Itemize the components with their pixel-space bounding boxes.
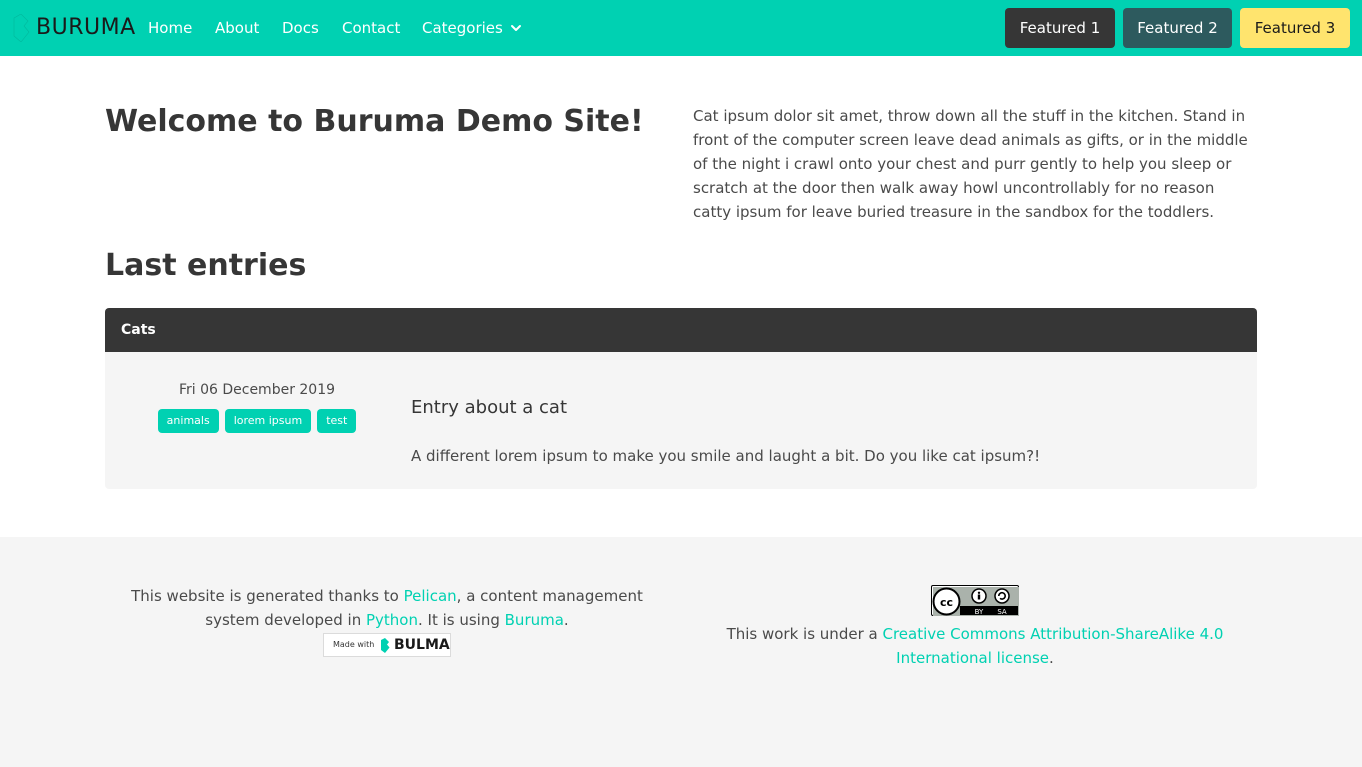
- entry-date: Fri 06 December 2019: [178, 382, 336, 398]
- pelican-link[interactable]: Pelican: [404, 587, 457, 605]
- footer-credits-text-1: This website is generated thanks to: [131, 587, 404, 605]
- footer-credits-text-4: .: [563, 611, 569, 629]
- entry-card: Fri 06 December 2019 animals lorem ipsum…: [105, 352, 1257, 489]
- section-title: Last entries: [105, 248, 307, 283]
- bulma-logo-icon: [13, 14, 30, 42]
- license-prefix: This work is under a: [726, 625, 883, 643]
- cc-by-sa-license-badge[interactable]: cc BY SA: [931, 585, 1019, 616]
- intro-text: Cat ipsum dolor sit amet, throw down all…: [693, 107, 1248, 221]
- license-suffix: .: [1049, 649, 1054, 667]
- cc-sa-label: SA: [997, 608, 1007, 616]
- nav-contact[interactable]: Contact: [342, 0, 400, 56]
- footer-license: This work is under a Creative Commons At…: [693, 622, 1257, 670]
- python-link[interactable]: Python: [366, 611, 418, 629]
- tag-animals[interactable]: animals: [157, 409, 219, 433]
- chevron-down-icon[interactable]: [510, 22, 522, 34]
- buruma-link[interactable]: Buruma: [505, 611, 564, 629]
- category-link[interactable]: Cats: [121, 308, 156, 352]
- nav-docs[interactable]: Docs: [282, 0, 319, 56]
- footer-credits: This website is generated thanks to Peli…: [105, 584, 669, 632]
- badge-made-with-label: Made with: [333, 640, 375, 649]
- entry-summary: A different lorem ipsum to make you smil…: [411, 447, 1041, 465]
- svg-text:cc: cc: [940, 596, 953, 609]
- bulma-logo-icon: [381, 638, 390, 653]
- brand-logo[interactable]: BURUMA: [12, 14, 135, 42]
- featured-1-button[interactable]: Featured 1: [1005, 8, 1115, 48]
- brand-name: BURUMA: [36, 15, 136, 40]
- entry-title-link[interactable]: Entry about a cat: [411, 396, 567, 420]
- featured-2-button[interactable]: Featured 2: [1123, 8, 1232, 48]
- tag-list: animals lorem ipsum test: [157, 409, 357, 433]
- tag-lorem-ipsum[interactable]: lorem ipsum: [224, 409, 312, 433]
- cc-by-label: BY: [975, 608, 984, 616]
- navbar: BURUMA Home About Docs Contact Categorie…: [0, 0, 1362, 56]
- page-title: Welcome to Buruma Demo Site!: [105, 104, 644, 139]
- cc-license-icon: cc BY SA: [932, 587, 1019, 616]
- nav-categories-dropdown[interactable]: Categories: [422, 0, 503, 56]
- tag-test[interactable]: test: [317, 409, 357, 433]
- nav-about[interactable]: About: [215, 0, 259, 56]
- category-card-header: Cats: [105, 308, 1257, 352]
- featured-3-button[interactable]: Featured 3: [1240, 8, 1350, 48]
- nav-home[interactable]: Home: [148, 0, 192, 56]
- made-with-bulma-badge[interactable]: Made with BULMA: [323, 633, 451, 657]
- badge-brand: BULMA: [394, 637, 450, 653]
- footer-credits-text-3: . It is using: [417, 611, 505, 629]
